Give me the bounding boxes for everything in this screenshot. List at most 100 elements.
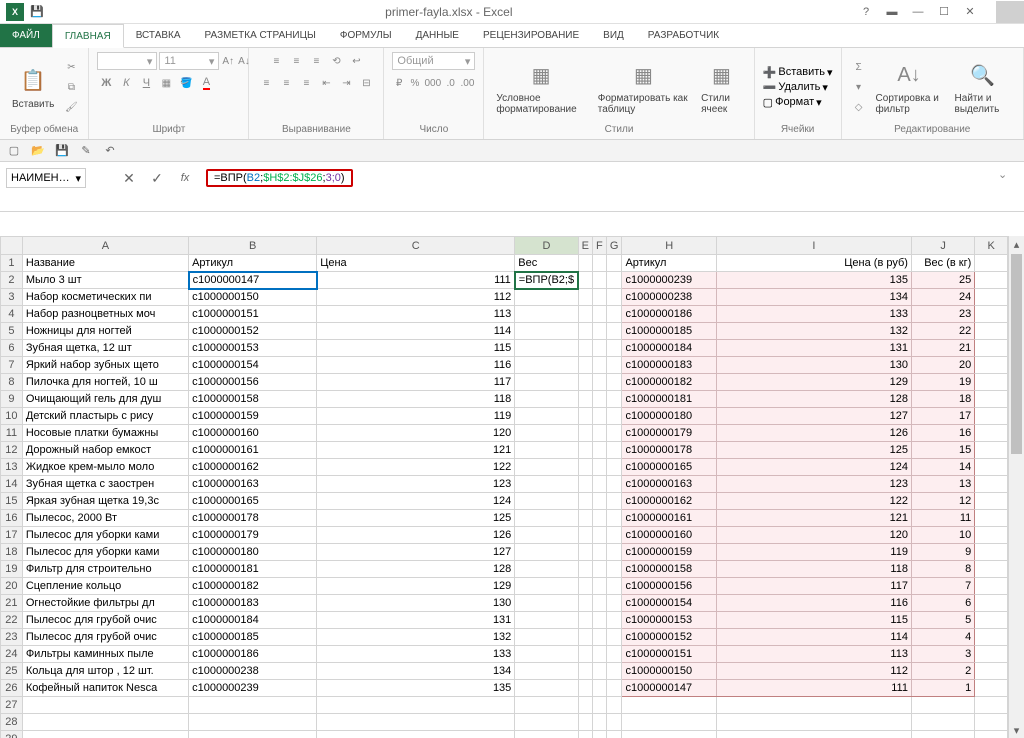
cell-I3[interactable]: 134 [716,289,911,306]
cell-B2[interactable]: c1000000147 [189,272,317,289]
cell-G8[interactable] [606,374,622,391]
cell-K4[interactable] [975,306,1008,323]
cell-D29[interactable] [515,731,578,738]
cell-K29[interactable] [975,731,1008,738]
cell-I12[interactable]: 125 [716,442,911,459]
autosum-icon[interactable]: Σ [850,58,868,76]
copy-icon[interactable]: ⧉ [62,78,80,96]
cell-G17[interactable] [606,527,622,544]
row-header[interactable]: 6 [1,340,23,357]
cell-F8[interactable] [592,374,606,391]
sort-filter-button[interactable]: A↓Сортировка и фильтр [872,57,947,117]
cell-G6[interactable] [606,340,622,357]
cell-C29[interactable] [317,731,515,738]
tab-home[interactable]: ГЛАВНАЯ [52,24,124,48]
row-header[interactable]: 28 [1,714,23,731]
cell-K21[interactable] [975,595,1008,612]
cell-K23[interactable] [975,629,1008,646]
scroll-up-icon[interactable]: ▴ [1009,236,1024,252]
cell-J14[interactable]: 13 [911,476,974,493]
cell-J2[interactable]: 25 [911,272,974,289]
tab-data[interactable]: ДАННЫЕ [404,24,471,47]
cell-A12[interactable]: Дорожный набор емкост [22,442,188,459]
cell-B14[interactable]: c1000000163 [189,476,317,493]
cell-E9[interactable] [578,391,592,408]
cell-E18[interactable] [578,544,592,561]
cell-E6[interactable] [578,340,592,357]
cell-K3[interactable] [975,289,1008,306]
cell-A23[interactable]: Пылесос для грубой очис [22,629,188,646]
row-header[interactable]: 27 [1,697,23,714]
cell-D17[interactable] [515,527,578,544]
cell-H8[interactable]: c1000000182 [622,374,716,391]
cell-K27[interactable] [975,697,1008,714]
increase-indent-icon[interactable]: ⇥ [337,74,355,92]
cell-H24[interactable]: c1000000151 [622,646,716,663]
cell-E27[interactable] [578,697,592,714]
cell-K8[interactable] [975,374,1008,391]
col-header-G[interactable]: G [606,237,622,255]
cell-G18[interactable] [606,544,622,561]
cell-J13[interactable]: 14 [911,459,974,476]
cell-E22[interactable] [578,612,592,629]
cell-C9[interactable]: 118 [317,391,515,408]
cell-H29[interactable] [622,731,716,738]
cell-I7[interactable]: 130 [716,357,911,374]
cell-F15[interactable] [592,493,606,510]
cell-H7[interactable]: c1000000183 [622,357,716,374]
cell-I9[interactable]: 128 [716,391,911,408]
row-header[interactable]: 22 [1,612,23,629]
cell-J23[interactable]: 4 [911,629,974,646]
cell-K1[interactable] [975,255,1008,272]
cell-C23[interactable]: 132 [317,629,515,646]
cell-D13[interactable] [515,459,578,476]
qat-new-icon[interactable]: ▢ [6,143,22,159]
spreadsheet-grid[interactable]: ABCDEFGHIJK1НазваниеАртикулЦенаВесАртику… [0,236,1008,738]
cell-C2[interactable]: 111 [317,272,515,289]
col-header-F[interactable]: F [592,237,606,255]
cell-G13[interactable] [606,459,622,476]
cell-styles-button[interactable]: ▦Стили ячеек [697,57,746,117]
cell-J10[interactable]: 17 [911,408,974,425]
cell-E1[interactable] [578,255,592,272]
cell-D21[interactable] [515,595,578,612]
cell-G15[interactable] [606,493,622,510]
cell-I11[interactable]: 126 [716,425,911,442]
paste-button[interactable]: 📋 Вставить [8,63,58,112]
cell-C19[interactable]: 128 [317,561,515,578]
cell-G21[interactable] [606,595,622,612]
cell-K19[interactable] [975,561,1008,578]
cell-A19[interactable]: Фильтр для строительно [22,561,188,578]
cell-I8[interactable]: 129 [716,374,911,391]
cell-I14[interactable]: 123 [716,476,911,493]
cell-D26[interactable] [515,680,578,697]
cell-G29[interactable] [606,731,622,738]
row-header[interactable]: 7 [1,357,23,374]
cell-A4[interactable]: Набор разноцветных моч [22,306,188,323]
cell-C3[interactable]: 112 [317,289,515,306]
cell-K15[interactable] [975,493,1008,510]
cell-I2[interactable]: 135 [716,272,911,289]
row-header[interactable]: 14 [1,476,23,493]
cell-F23[interactable] [592,629,606,646]
cell-G20[interactable] [606,578,622,595]
cell-D2[interactable]: =ВПР(B2;$ [515,272,578,289]
cell-A2[interactable]: Мыло 3 шт [22,272,188,289]
cell-D28[interactable] [515,714,578,731]
cell-K22[interactable] [975,612,1008,629]
col-header-B[interactable]: B [189,237,317,255]
col-header-J[interactable]: J [911,237,974,255]
cell-I21[interactable]: 116 [716,595,911,612]
cell-A8[interactable]: Пилочка для ногтей, 10 ш [22,374,188,391]
row-header[interactable]: 20 [1,578,23,595]
cell-J18[interactable]: 9 [911,544,974,561]
row-header[interactable]: 10 [1,408,23,425]
cell-B29[interactable] [189,731,317,738]
cell-G12[interactable] [606,442,622,459]
cell-B7[interactable]: c1000000154 [189,357,317,374]
cell-I19[interactable]: 118 [716,561,911,578]
cell-K2[interactable] [975,272,1008,289]
cell-F29[interactable] [592,731,606,738]
border-icon[interactable]: ▦ [157,74,175,92]
font-color-icon[interactable]: A [197,74,215,92]
